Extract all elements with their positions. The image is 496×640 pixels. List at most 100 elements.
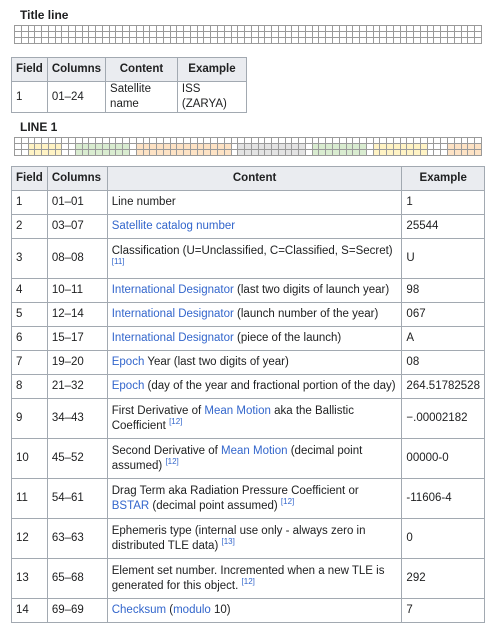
diagram-cell [47, 149, 56, 156]
example-cell: 264.51782528 [401, 374, 485, 399]
content-text: Classification (U=Unclassified, C=Classi… [111, 244, 393, 257]
content-link[interactable]: Checksum [112, 604, 166, 616]
table-row: 7 19–20 Epoch Year (last two digits of yea… [11, 350, 485, 375]
diagram-cell [54, 37, 63, 44]
diagram-cell [379, 37, 388, 44]
field-cell: 2 [11, 214, 48, 239]
diagram-cell [440, 149, 448, 156]
content-link[interactable]: Epoch [112, 356, 145, 368]
diagram-cell [298, 37, 306, 44]
diagram-cell [122, 37, 130, 44]
diagram-cell [460, 37, 469, 44]
diagram-cell [386, 149, 394, 156]
diagram-cell [250, 149, 259, 156]
diagram-cell [406, 37, 415, 44]
diagram-cell [196, 149, 205, 156]
content-link[interactable]: International Designator [112, 332, 234, 344]
diagram-cell [359, 37, 367, 44]
reference-link[interactable]: [12] [242, 577, 255, 586]
field-cell: 12 [11, 518, 48, 559]
content-cell: Epoch Year (last two digits of year) [106, 350, 403, 375]
diagram-cell [74, 149, 83, 156]
columns-cell: 01–01 [46, 190, 108, 215]
content-cell: International Designator (piece of the l… [106, 326, 403, 351]
content-link[interactable]: Mean Motion [221, 445, 287, 457]
diagram-cell [298, 149, 306, 156]
content-link[interactable]: International Designator [112, 308, 234, 320]
table-row: 1 01–24 Satellite name ISS (ZARYA) [11, 81, 248, 113]
diagram-cell [291, 149, 300, 156]
diagram-cell [264, 37, 273, 44]
columns-cell: 34–43 [46, 398, 108, 439]
diagram-cell [74, 37, 83, 44]
diagram-cell [81, 37, 90, 44]
field-cell: 4 [11, 278, 48, 303]
diagram-cell [447, 37, 455, 44]
content-cell: First Derivative of Mean Motion aka the … [106, 398, 403, 439]
content-link[interactable]: BSTAR [112, 500, 150, 512]
content-link[interactable]: Mean Motion [204, 405, 270, 417]
diagram-cell [203, 149, 212, 156]
diagram-cell [101, 149, 110, 156]
content-link[interactable]: International Designator [112, 284, 234, 296]
content-link[interactable]: Satellite catalog number [112, 220, 235, 232]
diagram-cell [372, 37, 381, 44]
reference-link[interactable]: [12] [281, 497, 294, 506]
content-text: (launch number of the year) [233, 308, 379, 320]
content-link[interactable]: Epoch [112, 380, 145, 392]
field-cell: 11 [11, 478, 48, 519]
table-row: 12 63–63 Ephemeris type (internal use only… [11, 518, 485, 559]
diagram-cell [244, 37, 252, 44]
diagram-cell [257, 37, 266, 44]
diagram-cell [189, 149, 198, 156]
table-row: 3 08–08 Classification (U=Unclassified, C=… [11, 238, 485, 279]
diagram-cell [284, 149, 293, 156]
diagram-cell [61, 37, 70, 44]
diagram-cell [156, 149, 164, 156]
content-cell: Element set number. Incremented when a n… [106, 558, 403, 599]
diagram-cell [359, 149, 367, 156]
diagram-cell [474, 149, 482, 156]
line1-table: Field Columns Content Example 1 01–01 Line… [11, 166, 485, 623]
diagram-cell [379, 149, 388, 156]
header-field: Field [11, 57, 48, 82]
content-text: (decimal point assumed) [149, 499, 278, 512]
content-cell: Satellite catalog number [106, 214, 403, 239]
diagram-cell [54, 149, 63, 156]
diagram-cell [88, 37, 97, 44]
line1-heading: LINE 1 [20, 120, 58, 134]
content-cell: Classification (U=Unclassified, C=Classi… [106, 238, 403, 279]
diagram-cell [399, 37, 408, 44]
columns-cell: 12–14 [46, 302, 108, 327]
example-cell: 00000-0 [401, 438, 485, 479]
diagram-cell [467, 149, 476, 156]
reference-link[interactable]: [13] [221, 537, 234, 546]
reference-link[interactable]: [12] [169, 417, 182, 426]
diagram-cell [237, 149, 246, 156]
content-cell: International Designator (last two digit… [106, 278, 403, 303]
diagram-cell [399, 149, 408, 156]
diagram-cell [149, 37, 158, 44]
diagram-cell [88, 149, 97, 156]
diagram-cell [345, 149, 354, 156]
content-link[interactable]: modulo [173, 604, 211, 616]
diagram-cell [34, 149, 43, 156]
diagram-cell [325, 149, 333, 156]
diagram-cell [135, 37, 144, 44]
field-cell: 13 [11, 558, 48, 599]
columns-cell: 54–61 [46, 478, 108, 519]
reference-link[interactable]: [12] [165, 457, 178, 466]
diagram-cell [271, 37, 279, 44]
header-content: Content [106, 166, 403, 191]
field-cell: 7 [11, 350, 48, 375]
diagram-cell [311, 149, 320, 156]
diagram-cell [318, 149, 327, 156]
example-cell: 067 [401, 302, 485, 327]
table-row: 8 21–32 Epoch (day of the year and fractio… [11, 374, 485, 399]
content-text: Drag Term aka Radiation Pressure Coeffic… [111, 484, 359, 497]
diagram-cell [41, 37, 49, 44]
example-cell: 25544 [401, 214, 485, 239]
reference-link[interactable]: [11] [112, 257, 125, 266]
diagram-cell [20, 149, 29, 156]
field-cell: 5 [11, 302, 48, 327]
